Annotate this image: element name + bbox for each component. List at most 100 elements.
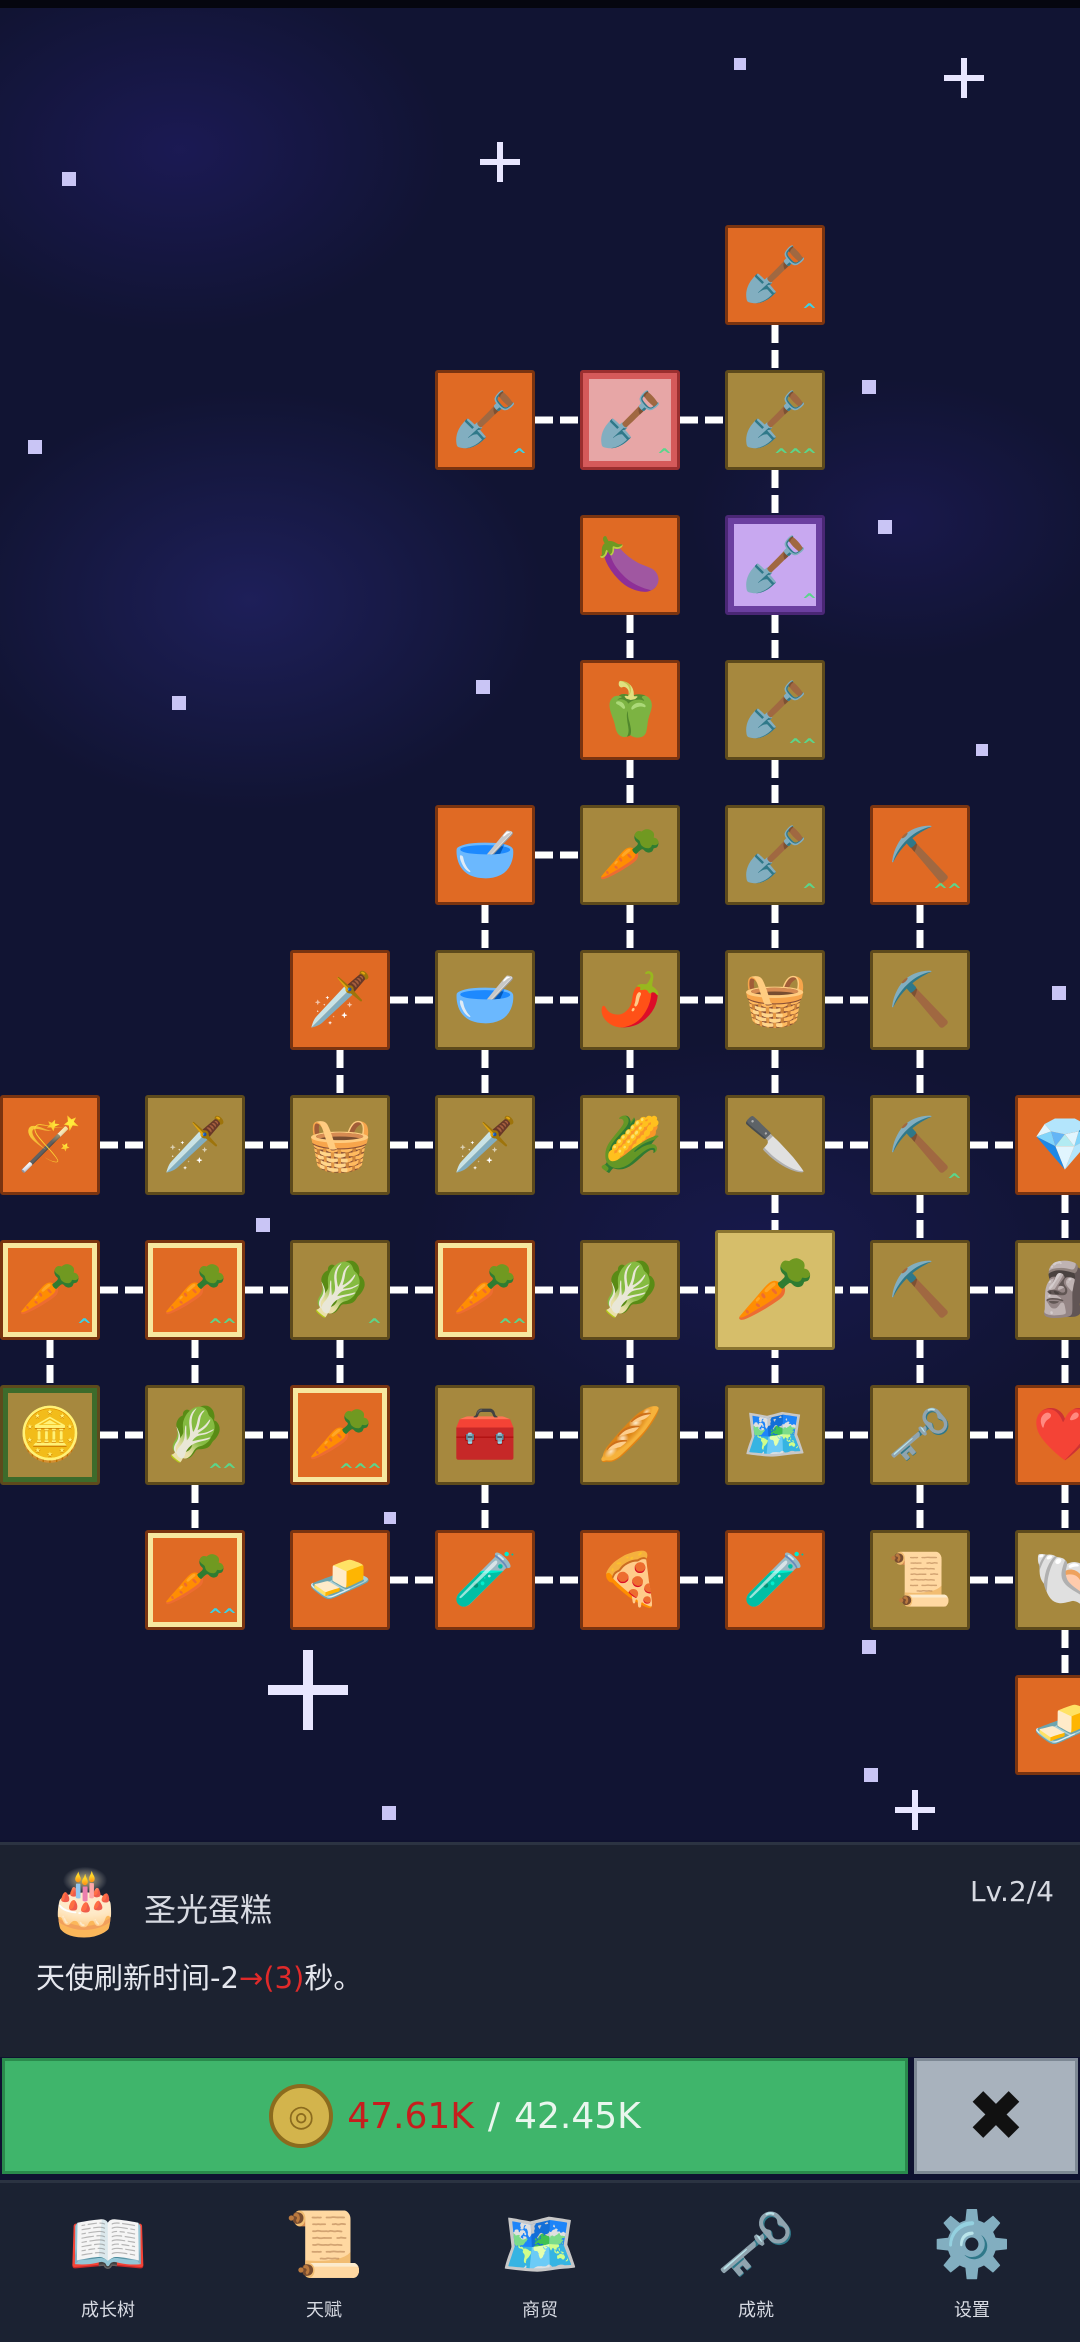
tree-node-chili[interactable]: 🌶️ xyxy=(580,950,680,1050)
desc-suffix: 秒。 xyxy=(304,1961,363,1995)
tree-node-shovel[interactable]: 🪏 ^ xyxy=(580,370,680,470)
item-level: Lv.2/4 xyxy=(970,1875,1054,1908)
nav-item-settings[interactable]: ⚙️ 设置 xyxy=(902,2183,1042,2342)
bell-pepper-icon: 🫑 xyxy=(597,680,663,740)
tree-node-eggplant[interactable]: 🍆 xyxy=(580,515,680,615)
cake-icon: 🎂 xyxy=(46,1865,124,1938)
tree-node-key[interactable]: 🗝️ xyxy=(870,1385,970,1485)
upgrade-button[interactable]: ◎ 47.61K / 42.45K xyxy=(2,2058,908,2174)
tree-node-pickaxe[interactable]: ⛏️ ^^ xyxy=(870,805,970,905)
nav-item-trade[interactable]: 🗺️ 商贸 xyxy=(470,2183,610,2342)
book-icon: 📖 xyxy=(68,2207,148,2282)
carrot-icon: 🥕 xyxy=(735,1253,815,1327)
map-icon: 🗺️ xyxy=(742,1405,808,1465)
fossil-icon: 🐚 xyxy=(1032,1550,1080,1610)
tree-node-map[interactable]: 🗺️ xyxy=(725,1385,825,1485)
tree-node-shovel[interactable]: 🪏 ^^^ xyxy=(725,370,825,470)
tree-node-fossil[interactable]: 🐚 xyxy=(1015,1530,1080,1630)
tree-node-shovel[interactable]: 🪏 ^ xyxy=(435,370,535,470)
cabbage-icon: 🥬 xyxy=(597,1260,663,1320)
tree-node-corn[interactable]: 🌽 xyxy=(580,1095,680,1195)
cost-separator: / xyxy=(487,2095,501,2137)
tree-node-potion[interactable]: 🧪 xyxy=(435,1530,535,1630)
radish-icon: 🥕 xyxy=(597,825,663,885)
upgrade-cost: 42.45K xyxy=(514,2095,641,2137)
tree-node-shovel[interactable]: 🪏 ^ xyxy=(725,515,825,615)
tree-node-heart[interactable]: ❤️ xyxy=(1015,1385,1080,1485)
tree-node-pickaxe[interactable]: ⛏️ ^ xyxy=(870,1095,970,1195)
parsnip-icon: 🥖 xyxy=(597,1405,663,1465)
nav-item-growth-tree[interactable]: 📖 成长树 xyxy=(38,2183,178,2342)
tree-node-statue[interactable]: 🗿 xyxy=(1015,1240,1080,1340)
tree-node-scroll[interactable]: 📜 xyxy=(870,1530,970,1630)
shovel-icon: 🪏 xyxy=(597,390,663,450)
tree-node-bowl[interactable]: 🥣 xyxy=(435,950,535,1050)
basket-icon: 🧺 xyxy=(742,970,808,1030)
tree-node-pizza[interactable]: 🍕 xyxy=(580,1530,680,1630)
tree-node-sword[interactable]: 🗡️ xyxy=(145,1095,245,1195)
pickaxe-icon: ⛏️ xyxy=(887,1115,953,1175)
tree-node-bowl[interactable]: 🥣 xyxy=(435,805,535,905)
upgrade-arrows-icon: ^ xyxy=(801,590,817,612)
treasure-chest-icon: 🧰 xyxy=(452,1405,518,1465)
map-icon: 🗺️ xyxy=(500,2207,580,2282)
nav-label: 设置 xyxy=(954,2300,990,2321)
heart-icon: ❤️ xyxy=(1032,1405,1080,1465)
tree-node-carrot[interactable]: 🥕 xyxy=(715,1230,835,1350)
tree-node-bell-pepper[interactable]: 🫑 xyxy=(580,660,680,760)
gold-bar-icon: 🧈 xyxy=(307,1550,373,1610)
tree-node-potion[interactable]: 🧪 xyxy=(725,1530,825,1630)
tree-node-shovel[interactable]: 🪏 ^ xyxy=(725,225,825,325)
eggplant-icon: 🍆 xyxy=(597,535,663,595)
tree-node-basket[interactable]: 🧺 xyxy=(725,950,825,1050)
tree-node-shovel[interactable]: 🪏 ^ xyxy=(725,805,825,905)
bottom-nav: 📖 成长树 📜 天赋 🗺️ 商贸 🗝️ 成就 ⚙️ 设置 xyxy=(0,2180,1080,2342)
tree-node-carrot[interactable]: 🥕 ^^^ xyxy=(290,1385,390,1485)
upgrade-arrows-icon: ^ xyxy=(801,880,817,902)
upgrade-arrows-icon: ^^ xyxy=(787,735,817,757)
shovel-icon: 🪏 xyxy=(742,825,808,885)
tree-node-gold-bar[interactable]: 🧈 xyxy=(290,1530,390,1630)
carrot-icon: 🥕 xyxy=(17,1260,83,1320)
tree-node-dagger[interactable]: 🔪 xyxy=(725,1095,825,1195)
upgrade-arrows-icon: ^ xyxy=(946,1170,962,1192)
nav-item-talent[interactable]: 📜 天赋 xyxy=(254,2183,394,2342)
tree-node-carrot[interactable]: 🥕 ^^ xyxy=(145,1530,245,1630)
tree-node-sword[interactable]: 🗡️ xyxy=(435,1095,535,1195)
tree-node-gold-coin[interactable]: 🪙 xyxy=(0,1385,100,1485)
carrot-icon: 🥕 xyxy=(162,1550,228,1610)
tree-node-sword[interactable]: 🗡️ xyxy=(290,950,390,1050)
tree-node-radish[interactable]: 🥕 xyxy=(580,805,680,905)
tree-node-pickaxe[interactable]: ⛏️ xyxy=(870,1240,970,1340)
tree-node-crystal[interactable]: 💎 xyxy=(1015,1095,1080,1195)
tree-node-basket[interactable]: 🧺 xyxy=(290,1095,390,1195)
nav-item-achievements[interactable]: 🗝️ 成就 xyxy=(686,2183,826,2342)
crystal-icon: 💎 xyxy=(1032,1115,1080,1175)
coins-owned: 47.61K xyxy=(347,2095,474,2137)
upgrade-arrows-icon: ^^ xyxy=(207,1605,237,1627)
tree-node-carrot[interactable]: 🥕 ^^ xyxy=(435,1240,535,1340)
tree-node-wand[interactable]: 🪄 xyxy=(0,1095,100,1195)
close-button[interactable]: ✖ xyxy=(914,2058,1078,2174)
upgrade-arrows-icon: ^^ xyxy=(207,1460,237,1482)
pickaxe-icon: ⛏️ xyxy=(887,1260,953,1320)
tree-node-shovel[interactable]: 🪏 ^^ xyxy=(725,660,825,760)
dagger-icon: 🔪 xyxy=(742,1115,808,1175)
shovel-icon: 🪏 xyxy=(742,245,808,305)
tree-node-cabbage[interactable]: 🥬 ^ xyxy=(290,1240,390,1340)
tree-node-carrot[interactable]: 🥕 ^^ xyxy=(145,1240,245,1340)
tree-node-pickaxe[interactable]: ⛏️ xyxy=(870,950,970,1050)
bowl-icon: 🥣 xyxy=(452,970,518,1030)
tree-node-parsnip[interactable]: 🥖 xyxy=(580,1385,680,1485)
shovel-icon: 🪏 xyxy=(742,390,808,450)
basket-icon: 🧺 xyxy=(307,1115,373,1175)
tree-node-cabbage[interactable]: 🥬 xyxy=(580,1240,680,1340)
wand-icon: 🪄 xyxy=(17,1115,83,1175)
nav-label: 成长树 xyxy=(81,2300,135,2321)
corn-icon: 🌽 xyxy=(597,1115,663,1175)
tree-node-gold-bar[interactable]: 🧈 xyxy=(1015,1675,1080,1775)
tree-node-carrot[interactable]: 🥕 ^ xyxy=(0,1240,100,1340)
tree-node-cabbage[interactable]: 🥬 ^^ xyxy=(145,1385,245,1485)
upgrade-arrows-icon: ^^^ xyxy=(338,1460,382,1482)
tree-node-treasure-chest[interactable]: 🧰 xyxy=(435,1385,535,1485)
